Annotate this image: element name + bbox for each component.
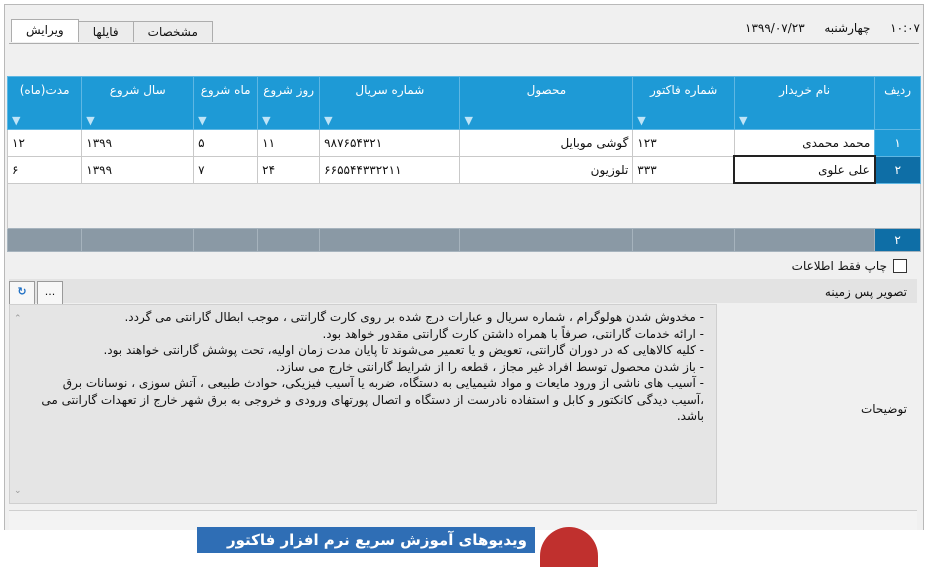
col-invoice-header[interactable]: شماره فاکتور ▼ — [632, 76, 735, 130]
description-line: - آسیب های ناشی از ورود مایعات و مواد شی… — [62, 376, 704, 390]
description-textarea[interactable]: ⌃ - مخدوش شدن هولوگرام ، شماره سریال و ع… — [9, 304, 717, 504]
filter-icon[interactable]: ▼ — [12, 114, 20, 127]
cell-duration[interactable]: ۱۲ — [6, 129, 83, 157]
description-line: - ارائه خدمات گارانتی، صرفاً با همراه دا… — [322, 326, 704, 341]
cell-buyer-selected[interactable]: علی علوی — [733, 155, 876, 184]
tab-edit[interactable]: ویرایش — [11, 19, 79, 42]
col-day-header[interactable]: روز شروع ▼ — [257, 76, 321, 130]
time: ۱۰:۰۷ — [890, 21, 920, 35]
cell-day[interactable]: ۲۴ — [257, 155, 321, 184]
cell-day[interactable]: ۱۱ — [257, 129, 321, 157]
cell-month[interactable]: ۷ — [193, 155, 259, 184]
table-row[interactable]: ۱ محمد محمدی ۱۲۳ گوشی موبایل ۹۸۷۶۵۴۳۲۱ ۱… — [6, 129, 921, 157]
description-line: - مخدوش شدن هولوگرام ، شماره سریال و عبا… — [124, 310, 704, 324]
day: چهارشنبه — [824, 21, 871, 35]
summary-row: ۲ — [6, 228, 921, 252]
description-line: ،آسیب دیدگی کانکتور و کابل و استفاده ناد… — [41, 392, 704, 407]
col-duration-header[interactable]: مدت(ماه) ▼ — [6, 76, 83, 130]
filter-icon[interactable]: ▼ — [262, 114, 270, 127]
cell-serial[interactable]: ۹۸۷۶۵۴۳۲۱ — [319, 129, 461, 157]
scroll-down-icon[interactable]: ⌄ — [14, 483, 22, 500]
print-only-label: چاپ فقط اطلاعات — [791, 259, 887, 273]
filter-icon[interactable]: ▼ — [637, 114, 645, 127]
cell-invoice[interactable]: ۱۲۳ — [632, 129, 735, 157]
filter-icon[interactable]: ▼ — [464, 114, 472, 127]
tab-bar: ویرایش فایلها مشخصات — [11, 19, 213, 43]
cell-year[interactable]: ۱۳۹۹ — [81, 129, 195, 157]
row-index[interactable]: ۱ — [874, 129, 921, 157]
status-clock: ۱۰:۰۷ چهارشنبه ۱۳۹۹/۰۷/۲۳ — [745, 21, 920, 35]
row-index[interactable]: ۲ — [874, 155, 921, 184]
col-index-header[interactable]: ردیف — [874, 76, 921, 130]
filter-icon[interactable]: ▼ — [324, 114, 332, 127]
tab-specs[interactable]: مشخصات — [132, 21, 213, 42]
empty-area — [7, 183, 921, 229]
browse-button[interactable]: ... — [37, 281, 63, 305]
description-line: - باز شدن محصول توسط افراد غیر مجاز ، قط… — [275, 359, 704, 374]
print-only-checkbox-row[interactable]: چاپ فقط اطلاعات — [792, 259, 907, 273]
tab-files[interactable]: فایلها — [77, 21, 134, 42]
filter-icon[interactable]: ▼ — [86, 114, 94, 127]
background-image-row: تصویر پس زمینه — [9, 279, 917, 303]
cell-duration[interactable]: ۶ — [6, 155, 83, 184]
description-line: - کلیه کالاهایی که در دوران گارانتی، تعو… — [103, 343, 704, 357]
cell-invoice[interactable]: ۳۳۳ — [632, 155, 735, 184]
header-row: ردیف نام خریدار ▼ شماره فاکتور ▼ محصول ▼ شم… — [6, 76, 921, 130]
cell-buyer[interactable]: محمد محمدی — [733, 129, 876, 157]
col-year-header[interactable]: سال شروع ▼ — [81, 76, 195, 130]
cell-serial[interactable]: ۶۶۵۵۴۴۳۳۲۲۱۱ — [319, 155, 461, 184]
filter-icon[interactable]: ▼ — [739, 114, 747, 127]
tab-divider — [9, 43, 919, 44]
scroll-up-icon[interactable]: ⌃ — [14, 311, 22, 328]
description-section: توضیحات ⌃ - مخدوش شدن هولوگرام ، شماره س… — [9, 304, 917, 504]
col-product-header[interactable]: محصول ▼ — [459, 76, 634, 130]
warranty-grid: ردیف نام خریدار ▼ شماره فاکتور ▼ محصول ▼ شم… — [6, 76, 921, 252]
row-count: ۲ — [874, 228, 921, 252]
date: ۱۳۹۹/۰۷/۲۳ — [745, 21, 805, 35]
refresh-icon[interactable]: ↻ — [9, 281, 35, 305]
table-row[interactable]: ۲ علی علوی ۳۳۳ تلوزیون ۶۶۵۵۴۴۳۳۲۲۱۱ ۲۴ ۷… — [6, 155, 921, 184]
cell-product[interactable]: گوشی موبایل — [459, 129, 634, 157]
background-image-label: تصویر پس زمینه — [824, 285, 907, 299]
col-month-header[interactable]: ماه شروع ▼ — [193, 76, 259, 130]
cell-year[interactable]: ۱۳۹۹ — [81, 155, 195, 184]
description-label: توضیحات — [860, 402, 907, 416]
cell-product[interactable]: تلوزیون — [459, 155, 634, 184]
print-only-checkbox[interactable] — [893, 259, 907, 273]
tutorial-banner[interactable]: ویدیوهای آموزش سریع نرم افزار فاکتور — [197, 527, 535, 553]
filter-icon[interactable]: ▼ — [198, 114, 206, 127]
description-line: باشد. — [676, 409, 704, 423]
cell-month[interactable]: ۵ — [193, 129, 259, 157]
col-buyer-header[interactable]: نام خریدار ▼ — [733, 76, 876, 130]
app-window: ویرایش فایلها مشخصات ۱۰:۰۷ چهارشنبه ۱۳۹۹… — [4, 4, 924, 538]
col-serial-header[interactable]: شماره سریال ▼ — [319, 76, 461, 130]
